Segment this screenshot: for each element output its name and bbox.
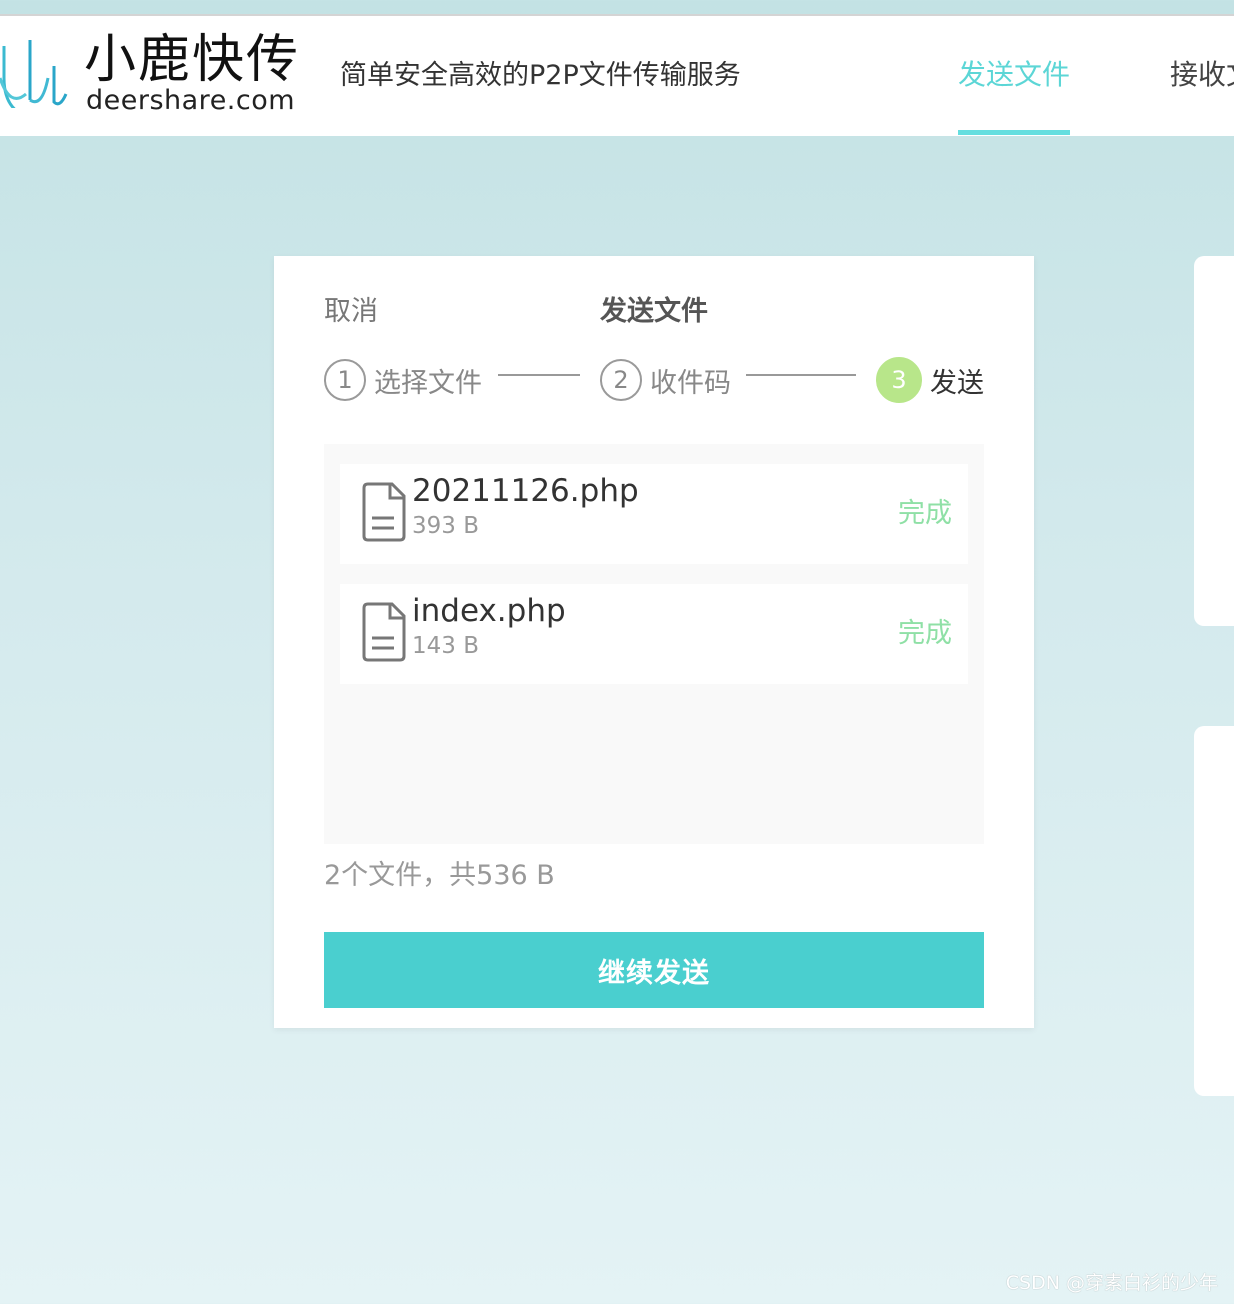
- step-receive-code: 2 收件码: [600, 356, 731, 404]
- step-connector-2: [746, 374, 856, 376]
- csdn-watermark: CSDN @穿素白衫的少年: [1005, 1272, 1218, 1294]
- step-select-files: 1 选择文件: [324, 356, 482, 404]
- nav-active-indicator: [958, 130, 1070, 135]
- step-label-3: 发送: [930, 367, 984, 399]
- side-panel-top: [1194, 256, 1234, 626]
- document-icon: [362, 482, 406, 542]
- document-icon: [362, 602, 406, 662]
- file-list-item: index.php 143 B 完成: [340, 584, 968, 684]
- send-file-card: 取消 发送文件 1 选择文件 2 收件码 3 发送 20211126.php 3…: [274, 256, 1034, 1028]
- card-title: 发送文件: [600, 296, 708, 327]
- step-label-1: 选择文件: [374, 367, 482, 399]
- deer-antler-logo-icon: [0, 40, 68, 108]
- nav-tab-send-files[interactable]: 发送文件: [958, 54, 1070, 96]
- file-status: 完成: [898, 498, 952, 529]
- site-header: 小鹿快传 deershare.com 简单安全高效的P2P文件传输服务 发送文件…: [0, 16, 1234, 136]
- step-number-3: 3: [876, 357, 922, 403]
- file-name: index.php: [412, 593, 566, 629]
- nav-tab-receive-files[interactable]: 接收文件: [1170, 54, 1234, 96]
- cancel-button[interactable]: 取消: [324, 294, 378, 330]
- file-status: 完成: [898, 618, 952, 649]
- file-list[interactable]: 20211126.php 393 B 完成 index.php 143 B 完成: [324, 444, 984, 844]
- step-number-1: 1: [324, 359, 366, 401]
- logo-chinese-name[interactable]: 小鹿快传: [84, 30, 300, 90]
- file-name: 20211126.php: [412, 473, 639, 509]
- step-connector-1: [498, 374, 580, 376]
- file-summary: 2个文件，共536 B: [324, 860, 555, 891]
- file-size: 393 B: [412, 513, 479, 539]
- step-send: 3 发送: [876, 356, 984, 404]
- site-slogan: 简单安全高效的P2P文件传输服务: [340, 60, 741, 91]
- step-label-2: 收件码: [650, 367, 731, 399]
- side-panel-bottom: [1194, 726, 1234, 1096]
- continue-sending-button[interactable]: 继续发送: [324, 932, 984, 1008]
- step-number-2: 2: [600, 359, 642, 401]
- file-size: 143 B: [412, 633, 479, 659]
- file-list-item: 20211126.php 393 B 完成: [340, 464, 968, 564]
- logo-domain[interactable]: deershare.com: [86, 86, 295, 116]
